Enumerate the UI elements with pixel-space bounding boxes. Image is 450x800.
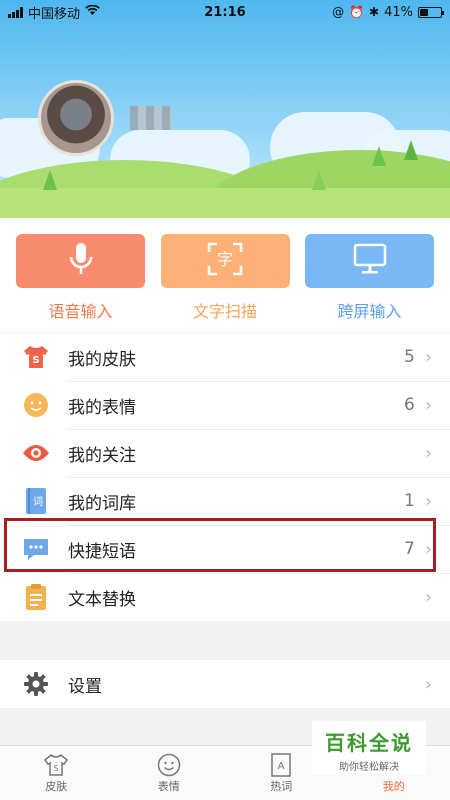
clipboard-icon xyxy=(22,583,50,611)
svg-text:S: S xyxy=(54,764,59,773)
svg-text:字: 字 xyxy=(217,250,233,269)
wifi-icon xyxy=(85,4,100,20)
voice-input-label: 语音输入 xyxy=(48,302,113,321)
menu-item-skins[interactable]: S 我的皮肤 5 › xyxy=(0,333,450,381)
voice-input-button[interactable]: 语音输入 xyxy=(16,234,145,332)
tree-decoration xyxy=(372,146,386,166)
tab-label: 热词 xyxy=(270,780,293,793)
tab-label: 我的 xyxy=(382,780,405,793)
smile-icon xyxy=(113,752,226,778)
watermark-title: 百科全说 xyxy=(325,731,413,755)
menu-item-quick-phrases[interactable]: 快捷短语 7 › xyxy=(0,525,450,573)
text-scan-tile[interactable]: 字 xyxy=(160,234,290,288)
menu-item-label: 文本替换 xyxy=(68,589,136,610)
tree-decoration xyxy=(404,140,418,160)
svg-text:S: S xyxy=(32,355,39,366)
menu-item-text-replace[interactable]: 文本替换 › xyxy=(0,573,450,621)
shirt-icon: S xyxy=(0,752,113,778)
avatar[interactable] xyxy=(38,80,114,156)
dictionary-icon: 词 xyxy=(22,487,50,515)
settings-label: 设置 xyxy=(68,676,102,697)
monitor-icon xyxy=(352,242,388,280)
watermark-logo: 百科全说 助你轻松解决 xyxy=(312,721,426,773)
svg-text:A: A xyxy=(278,761,285,772)
chevron-right-icon: › xyxy=(424,673,432,695)
microphone-icon xyxy=(68,242,94,280)
menu-item-count: 7 xyxy=(403,539,415,559)
tree-decoration xyxy=(43,170,57,190)
lock-rotation-icon: @ xyxy=(332,5,345,19)
menu-item-label: 我的词库 xyxy=(68,493,136,514)
menu-item-label: 快捷短语 xyxy=(68,541,136,562)
skin-icon: S xyxy=(22,343,50,371)
bluetooth-icon: ✱ xyxy=(369,5,380,19)
menu-item-label: 我的表情 xyxy=(68,397,136,418)
menu-item-settings[interactable]: 设置 › xyxy=(0,660,450,708)
cross-screen-input-button[interactable]: 跨屏输入 xyxy=(305,234,434,332)
chevron-right-icon: › xyxy=(424,394,432,416)
chevron-right-icon: › xyxy=(424,346,432,368)
cross-screen-tile[interactable] xyxy=(305,234,434,288)
chevron-right-icon: › xyxy=(424,538,432,560)
menu-item-emoji[interactable]: 我的表情 6 › xyxy=(0,381,450,429)
carrier-name: 中国移动 xyxy=(28,6,81,22)
scan-text-icon: 字 xyxy=(207,242,243,280)
menu-item-count: 6 xyxy=(403,395,415,415)
signal-icon xyxy=(8,6,23,18)
watermark-subtitle: 助你轻松解决 xyxy=(339,762,399,773)
menu-item-following[interactable]: 我的关注 › xyxy=(0,429,450,477)
tab-skins[interactable]: S 皮肤 xyxy=(0,746,113,800)
gear-icon xyxy=(22,670,50,698)
status-bar: 中国移动 21:16 @ ⏰ ✱ 41% xyxy=(0,0,450,24)
tab-emoji[interactable]: 表情 xyxy=(113,746,226,800)
menu-list: S 我的皮肤 5 › 我的表情 6 › 我的关注 › 词 我的词库 1 › 快捷… xyxy=(0,333,450,621)
voice-input-tile[interactable] xyxy=(16,234,145,288)
cross-screen-label: 跨屏输入 xyxy=(337,302,402,321)
menu-item-count: 5 xyxy=(403,347,415,367)
menu-item-label: 我的关注 xyxy=(68,445,136,466)
ground-decoration xyxy=(0,188,450,218)
battery-percent: 41% xyxy=(384,4,413,20)
emoji-icon xyxy=(22,391,50,419)
tab-label: 皮肤 xyxy=(45,780,68,793)
chevron-right-icon: › xyxy=(424,586,432,608)
menu-item-label: 我的皮肤 xyxy=(68,349,136,370)
chevron-right-icon: › xyxy=(424,442,432,464)
menu-item-count: 1 xyxy=(403,491,415,511)
tree-decoration xyxy=(312,170,326,190)
svg-text:词: 词 xyxy=(33,496,43,508)
menu-item-dictionary[interactable]: 词 我的词库 1 › xyxy=(0,477,450,525)
chevron-right-icon: › xyxy=(424,490,432,512)
battery-icon xyxy=(418,6,444,18)
tab-label: 表情 xyxy=(157,780,180,793)
username-blurred[interactable] xyxy=(130,106,172,130)
text-scan-label: 文字扫描 xyxy=(192,302,257,321)
eye-icon xyxy=(22,439,50,467)
profile-header xyxy=(0,0,450,218)
text-scan-button[interactable]: 字 文字扫描 xyxy=(160,234,290,332)
quick-actions: 语音输入 字 文字扫描 跨屏输入 xyxy=(0,218,450,332)
alarm-icon: ⏰ xyxy=(349,5,365,19)
chat-bubble-icon xyxy=(22,535,50,563)
